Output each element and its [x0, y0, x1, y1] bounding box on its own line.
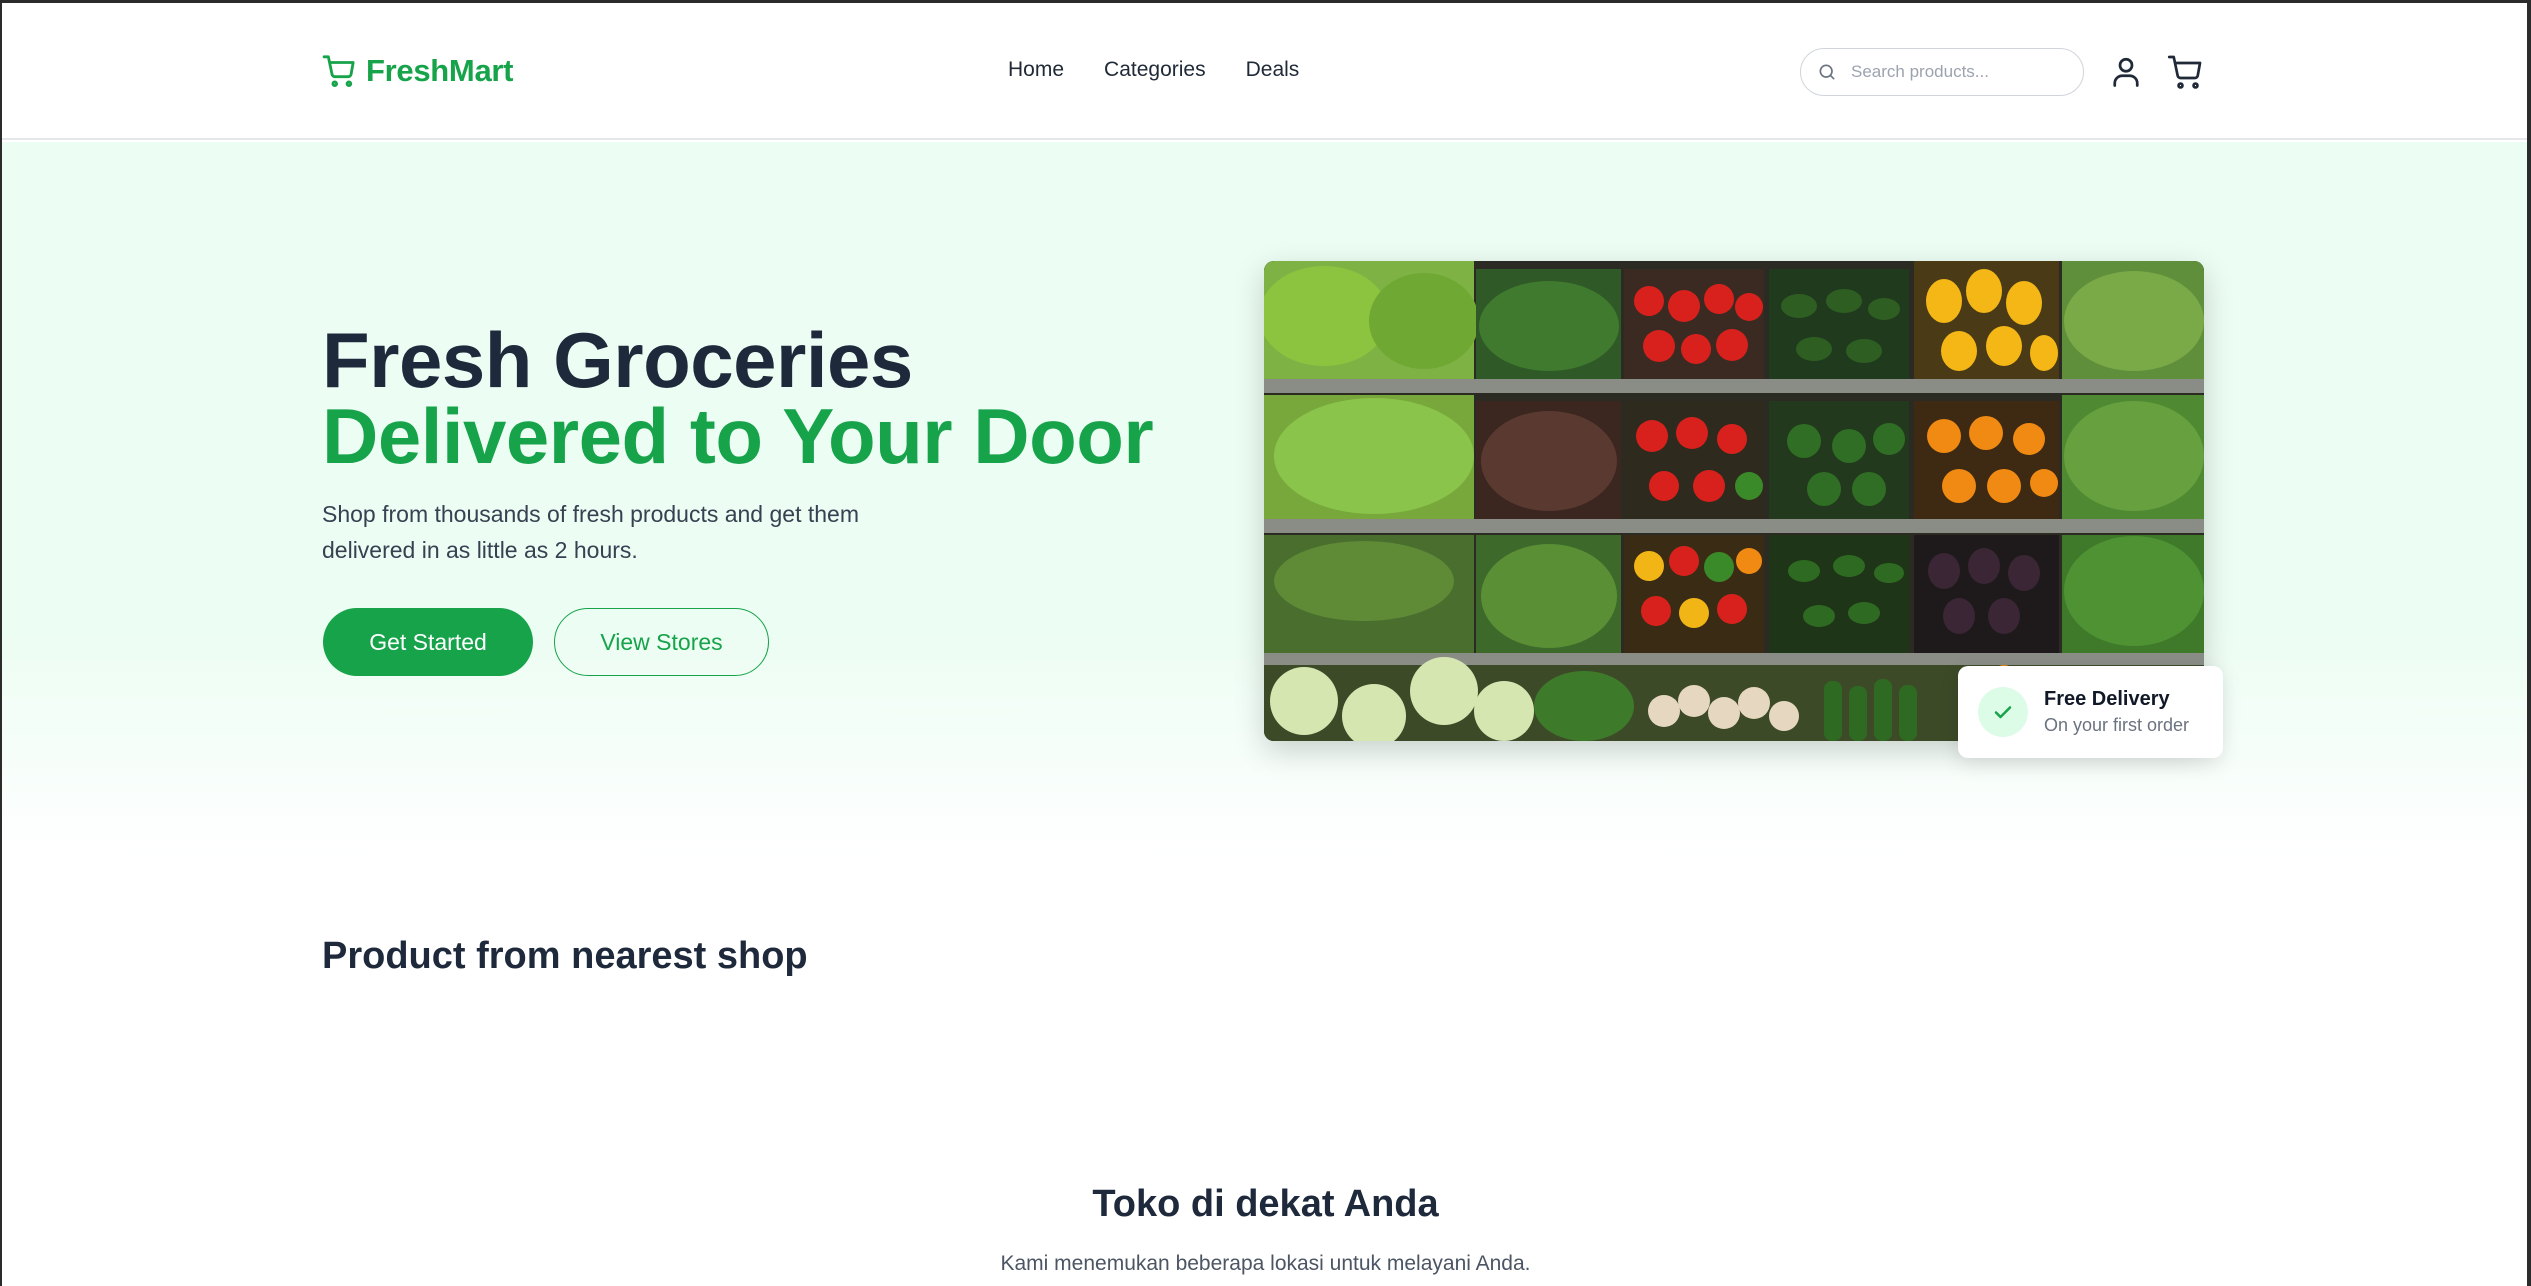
browser-viewport: FreshMart Home Categories Deals Search p…	[0, 0, 2531, 1286]
nav-home[interactable]: Home	[1008, 58, 1064, 82]
hero-title-line1: Fresh Groceries	[322, 316, 913, 404]
user-icon	[2113, 57, 2139, 87]
cart-button[interactable]	[2166, 53, 2204, 91]
get-started-button[interactable]: Get Started	[323, 608, 533, 676]
logo-link[interactable]: FreshMart	[322, 53, 513, 89]
products-section-title: Product from nearest shop	[322, 935, 808, 977]
cart-icon	[322, 55, 355, 88]
hero-title-line2: Delivered to Your Door	[322, 392, 1154, 480]
stores-section-title: Toko di dekat Anda	[1092, 1183, 1439, 1225]
nav-deals[interactable]: Deals	[1246, 58, 1300, 82]
account-button[interactable]	[2107, 53, 2145, 91]
search-input[interactable]	[1851, 62, 2071, 82]
main-nav: Home Categories Deals	[1008, 58, 1299, 82]
search-icon	[1819, 64, 1835, 80]
logo-text: FreshMart	[366, 53, 514, 88]
cart-icon	[2167, 55, 2202, 89]
badge-title: Free Delivery	[2044, 688, 2170, 710]
hero-subtitle: Shop from thousands of fresh products an…	[322, 501, 859, 563]
badge-check-circle	[1978, 687, 2028, 737]
stores-section-subtitle: Kami menemukan beberapa lokasi untuk mel…	[1000, 1252, 1531, 1275]
search-box[interactable]	[1800, 48, 2084, 96]
free-delivery-badge: Free Delivery On your first order	[1958, 666, 2223, 758]
site-header: FreshMart Home Categories Deals	[2, 3, 2529, 140]
hero-section: Fresh Groceries Delivered to Your Door S…	[2, 142, 2529, 860]
scrollbar[interactable]	[2527, 3, 2531, 1286]
view-stores-button[interactable]: View Stores	[554, 608, 769, 676]
nav-categories[interactable]: Categories	[1104, 58, 1206, 82]
check-icon	[1994, 706, 2012, 719]
badge-subtitle: On your first order	[2044, 715, 2190, 735]
badge-text: Free Delivery On your first order	[2044, 686, 2189, 738]
hero-title: Fresh Groceries Delivered to Your Door	[322, 316, 1154, 480]
